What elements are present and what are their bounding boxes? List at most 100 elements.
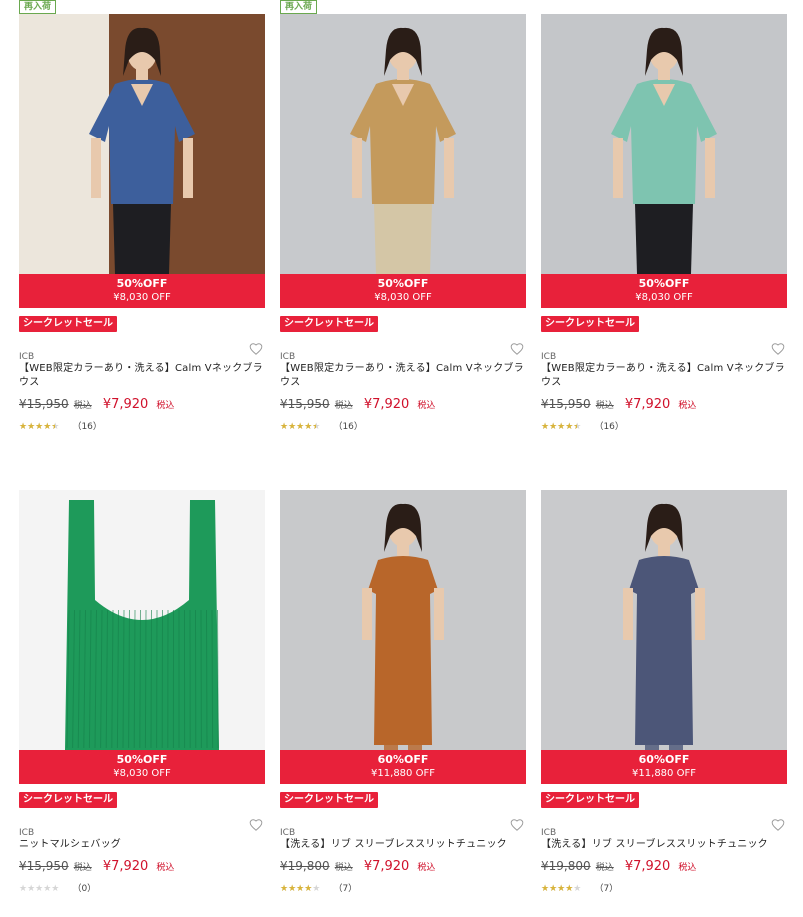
- sale-price-tax-label: 税込: [417, 863, 436, 873]
- secret-sale-badge: シークレットセール: [541, 792, 639, 808]
- review-count[interactable]: （7）: [594, 884, 618, 894]
- original-price-tax-label: 税込: [73, 401, 92, 411]
- product-photo[interactable]: [280, 14, 526, 274]
- product-name[interactable]: 【WEB限定カラーあり・洗える】Calm Vネックブラウス: [541, 362, 787, 390]
- brand-name[interactable]: ICB: [280, 828, 295, 838]
- price-row: ¥15,950 税込 ¥7,920 税込: [19, 856, 265, 874]
- price-row: ¥19,800 税込 ¥7,920 税込: [280, 856, 526, 874]
- product-image[interactable]: [19, 490, 265, 750]
- rating-row: ★★★★★★★★★★ （7）: [280, 881, 526, 895]
- product-card[interactable]: 60%OFF ¥11,880 OFF シークレットセール ICB 【洗える】リブ…: [541, 490, 787, 895]
- review-count[interactable]: （0）: [72, 884, 96, 894]
- favorite-heart-icon[interactable]: [249, 818, 263, 832]
- sale-price: ¥7,920: [363, 397, 410, 412]
- secret-sale-badge: シークレットセール: [19, 792, 117, 808]
- favorite-heart-icon[interactable]: [249, 342, 263, 356]
- discount-band: 60%OFF ¥11,880 OFF: [541, 750, 787, 784]
- original-price: ¥15,950: [541, 397, 591, 411]
- discount-percent: 60%OFF: [638, 753, 690, 766]
- original-price-tax-label: 税込: [334, 401, 353, 411]
- product-name[interactable]: 【WEB限定カラーあり・洗える】Calm Vネックブラウス: [280, 362, 526, 390]
- brand-name[interactable]: ICB: [19, 352, 34, 362]
- price-row: ¥15,950 税込 ¥7,920 税込: [19, 394, 265, 412]
- product-card[interactable]: 60%OFF ¥11,880 OFF シークレットセール ICB 【洗える】リブ…: [280, 490, 526, 895]
- sale-price: ¥7,920: [102, 397, 149, 412]
- sale-price-tax-label: 税込: [678, 863, 697, 873]
- product-card[interactable]: 再入荷 50%OFF ¥8,030 OFF シークレットセール ICB 【WEB…: [280, 0, 526, 433]
- star-rating-icon: ★★★★★★★★★★: [541, 883, 582, 894]
- favorite-heart-icon[interactable]: [771, 818, 785, 832]
- secret-sale-badge: シークレットセール: [19, 316, 117, 332]
- product-image[interactable]: [541, 14, 787, 274]
- discount-band: 50%OFF ¥8,030 OFF: [280, 274, 526, 308]
- product-card[interactable]: 再入荷 50%OFF ¥8,030 OFF シークレットセール ICB 【WEB…: [19, 0, 265, 433]
- discount-band: 60%OFF ¥11,880 OFF: [280, 750, 526, 784]
- price-row: ¥15,950 税込 ¥7,920 税込: [541, 394, 787, 412]
- original-price-tax-label: 税込: [595, 863, 614, 873]
- discount-percent: 50%OFF: [116, 277, 168, 290]
- product-name[interactable]: 【洗える】リブ スリーブレススリットチュニック: [541, 838, 787, 852]
- brand-name[interactable]: ICB: [541, 828, 556, 838]
- discount-percent: 50%OFF: [638, 277, 690, 290]
- favorite-heart-icon[interactable]: [510, 818, 524, 832]
- sale-price: ¥7,920: [624, 859, 671, 874]
- product-photo[interactable]: [280, 490, 526, 750]
- price-row: ¥19,800 税込 ¥7,920 税込: [541, 856, 787, 874]
- sale-price: ¥7,920: [102, 859, 149, 874]
- discount-amount: ¥8,030 OFF: [113, 292, 171, 303]
- discount-amount: ¥8,030 OFF: [635, 292, 693, 303]
- original-price: ¥15,950: [280, 397, 330, 411]
- sale-price-tax-label: 税込: [678, 401, 697, 411]
- product-card[interactable]: 50%OFF ¥8,030 OFF シークレットセール ICB 【WEB限定カラ…: [541, 14, 787, 433]
- original-price: ¥15,950: [19, 859, 69, 873]
- original-price: ¥19,800: [280, 859, 330, 873]
- brand-name[interactable]: ICB: [19, 828, 34, 838]
- star-rating-icon: ★★★★★★★★★★: [19, 883, 60, 894]
- product-photo[interactable]: [541, 490, 787, 750]
- restock-badge: 再入荷: [19, 0, 57, 14]
- brand-name[interactable]: ICB: [280, 352, 295, 362]
- product-image[interactable]: [541, 490, 787, 750]
- rating-row: ★★★★★★★★★★ （16）: [19, 419, 265, 433]
- discount-percent: 60%OFF: [377, 753, 429, 766]
- rating-row: ★★★★★★★★★★ （0）: [19, 881, 265, 895]
- favorite-heart-icon[interactable]: [771, 342, 785, 356]
- product-name[interactable]: 【WEB限定カラーあり・洗える】Calm Vネックブラウス: [19, 362, 265, 390]
- discount-amount: ¥11,880 OFF: [632, 768, 696, 779]
- sale-price: ¥7,920: [624, 397, 671, 412]
- original-price-tax-label: 税込: [595, 401, 614, 411]
- rating-row: ★★★★★★★★★★ （16）: [280, 419, 526, 433]
- product-photo[interactable]: [19, 14, 265, 274]
- product-image[interactable]: [280, 14, 526, 274]
- sale-price: ¥7,920: [363, 859, 410, 874]
- secret-sale-badge: シークレットセール: [280, 316, 378, 332]
- sale-price-tax-label: 税込: [156, 401, 175, 411]
- sale-price-tax-label: 税込: [156, 863, 175, 873]
- star-rating-icon: ★★★★★★★★★★: [541, 421, 582, 432]
- rating-row: ★★★★★★★★★★ （16）: [541, 419, 787, 433]
- discount-amount: ¥8,030 OFF: [113, 768, 171, 779]
- review-count[interactable]: （16）: [333, 422, 362, 432]
- review-count[interactable]: （16）: [594, 422, 623, 432]
- product-card[interactable]: 50%OFF ¥8,030 OFF シークレットセール ICB ニットマルシェバ…: [19, 490, 265, 895]
- star-rating-icon: ★★★★★★★★★★: [280, 421, 321, 432]
- discount-band: 50%OFF ¥8,030 OFF: [541, 274, 787, 308]
- review-count[interactable]: （7）: [333, 884, 357, 894]
- star-rating-icon: ★★★★★★★★★★: [19, 421, 60, 432]
- secret-sale-badge: シークレットセール: [280, 792, 378, 808]
- product-name[interactable]: ニットマルシェバッグ: [19, 838, 265, 852]
- product-image[interactable]: [19, 14, 265, 274]
- product-name[interactable]: 【洗える】リブ スリーブレススリットチュニック: [280, 838, 526, 852]
- price-row: ¥15,950 税込 ¥7,920 税込: [280, 394, 526, 412]
- product-image[interactable]: [280, 490, 526, 750]
- original-price-tax-label: 税込: [73, 863, 92, 873]
- discount-amount: ¥11,880 OFF: [371, 768, 435, 779]
- secret-sale-badge: シークレットセール: [541, 316, 639, 332]
- favorite-heart-icon[interactable]: [510, 342, 524, 356]
- discount-band: 50%OFF ¥8,030 OFF: [19, 274, 265, 308]
- review-count[interactable]: （16）: [72, 422, 101, 432]
- brand-name[interactable]: ICB: [541, 352, 556, 362]
- original-price-tax-label: 税込: [334, 863, 353, 873]
- product-photo[interactable]: [19, 490, 265, 750]
- product-photo[interactable]: [541, 14, 787, 274]
